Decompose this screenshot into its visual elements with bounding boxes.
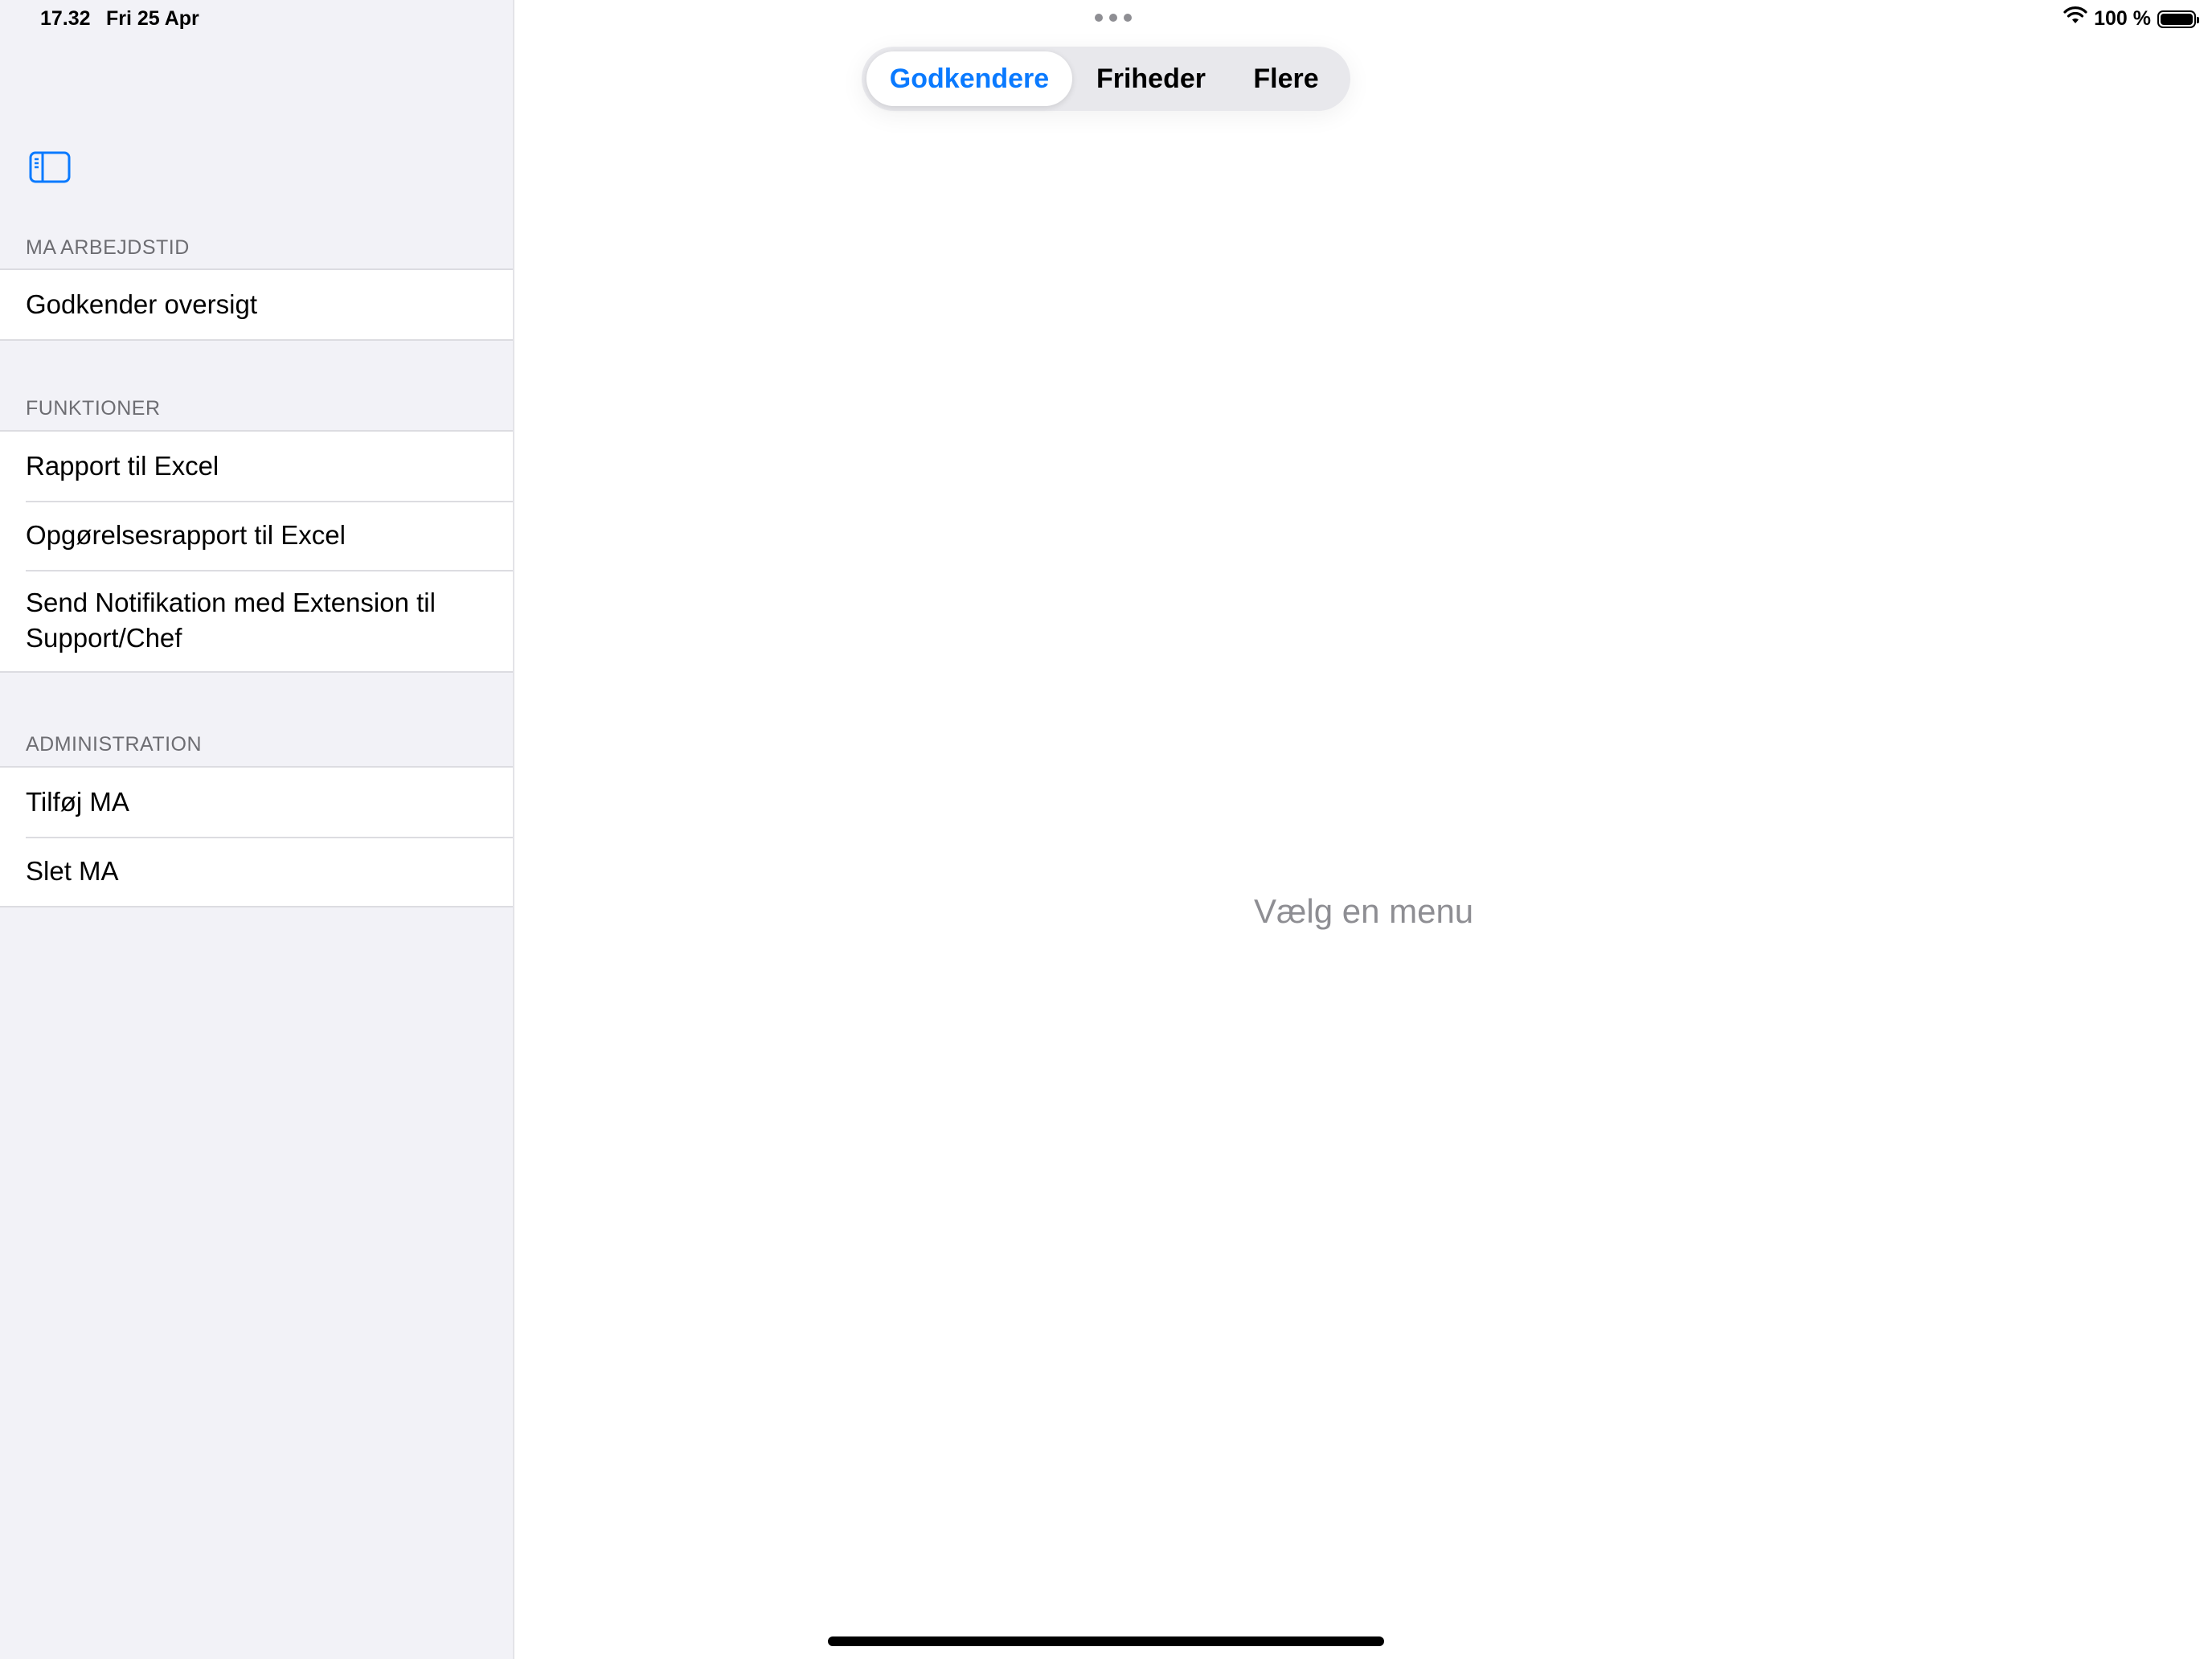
sidebar-item-send-notifikation[interactable]: Send Notifikation med Extension til Supp… [0,570,513,671]
tab-switcher: Godkendere Friheder Flere [862,47,1350,111]
sidebar-item-rapport-til-excel[interactable]: Rapport til Excel [0,432,513,501]
status-date: Fri 25 Apr [106,7,199,30]
battery-fill [2161,13,2193,25]
section-group-administration: Tilføj MA Slet MA [0,766,513,907]
status-time: 17.32 [40,7,91,30]
tab-flere[interactable]: Flere [1230,51,1342,106]
sidebar-item-slet-ma[interactable]: Slet MA [0,837,513,906]
section-header-funktioner: FUNKTIONER [26,397,161,420]
section-header-ma-arbejdstid: MA ARBEJDSTID [26,236,190,259]
sidebar-item-label: Tilføj MA [26,787,129,817]
sidebar-item-label: Slet MA [26,856,119,886]
sidebar: MA ARBEJDSTID Godkender oversigt FUNKTIO… [0,0,514,1659]
sidebar-item-label: Send Notifikation med Extension til Supp… [26,588,436,653]
section-group-ma-arbejdstid: Godkender oversigt [0,268,513,341]
section-header-administration: ADMINISTRATION [26,733,203,756]
sidebar-item-label: Godkender oversigt [26,289,257,319]
status-bar: 17.32 Fri 25 Apr 100 % [0,0,2212,39]
home-indicator[interactable] [828,1636,1384,1646]
sidebar-toggle-icon[interactable] [29,151,71,183]
app-screen: MA ARBEJDSTID Godkender oversigt FUNKTIO… [0,0,2212,1659]
sidebar-item-godkender-oversigt[interactable]: Godkender oversigt [0,270,513,339]
sidebar-item-label: Opgørelsesrapport til Excel [26,520,346,550]
tab-godkendere[interactable]: Godkendere [866,51,1072,106]
sidebar-item-tilfoej-ma[interactable]: Tilføj MA [0,768,513,837]
status-right-group: 100 % [2063,6,2199,31]
battery-percent: 100 % [2094,7,2151,30]
battery-icon [2157,10,2199,28]
wifi-icon [2063,6,2087,31]
sidebar-item-opgoerelsesrapport[interactable]: Opgørelsesrapport til Excel [0,501,513,570]
section-group-funktioner: Rapport til Excel Opgørelsesrapport til … [0,430,513,673]
empty-state-placeholder: Vælg en menu [1254,892,1474,930]
tab-friheder[interactable]: Friheder [1072,51,1230,106]
multitasking-dots-icon[interactable] [1095,14,1132,22]
sidebar-item-label: Rapport til Excel [26,451,219,481]
